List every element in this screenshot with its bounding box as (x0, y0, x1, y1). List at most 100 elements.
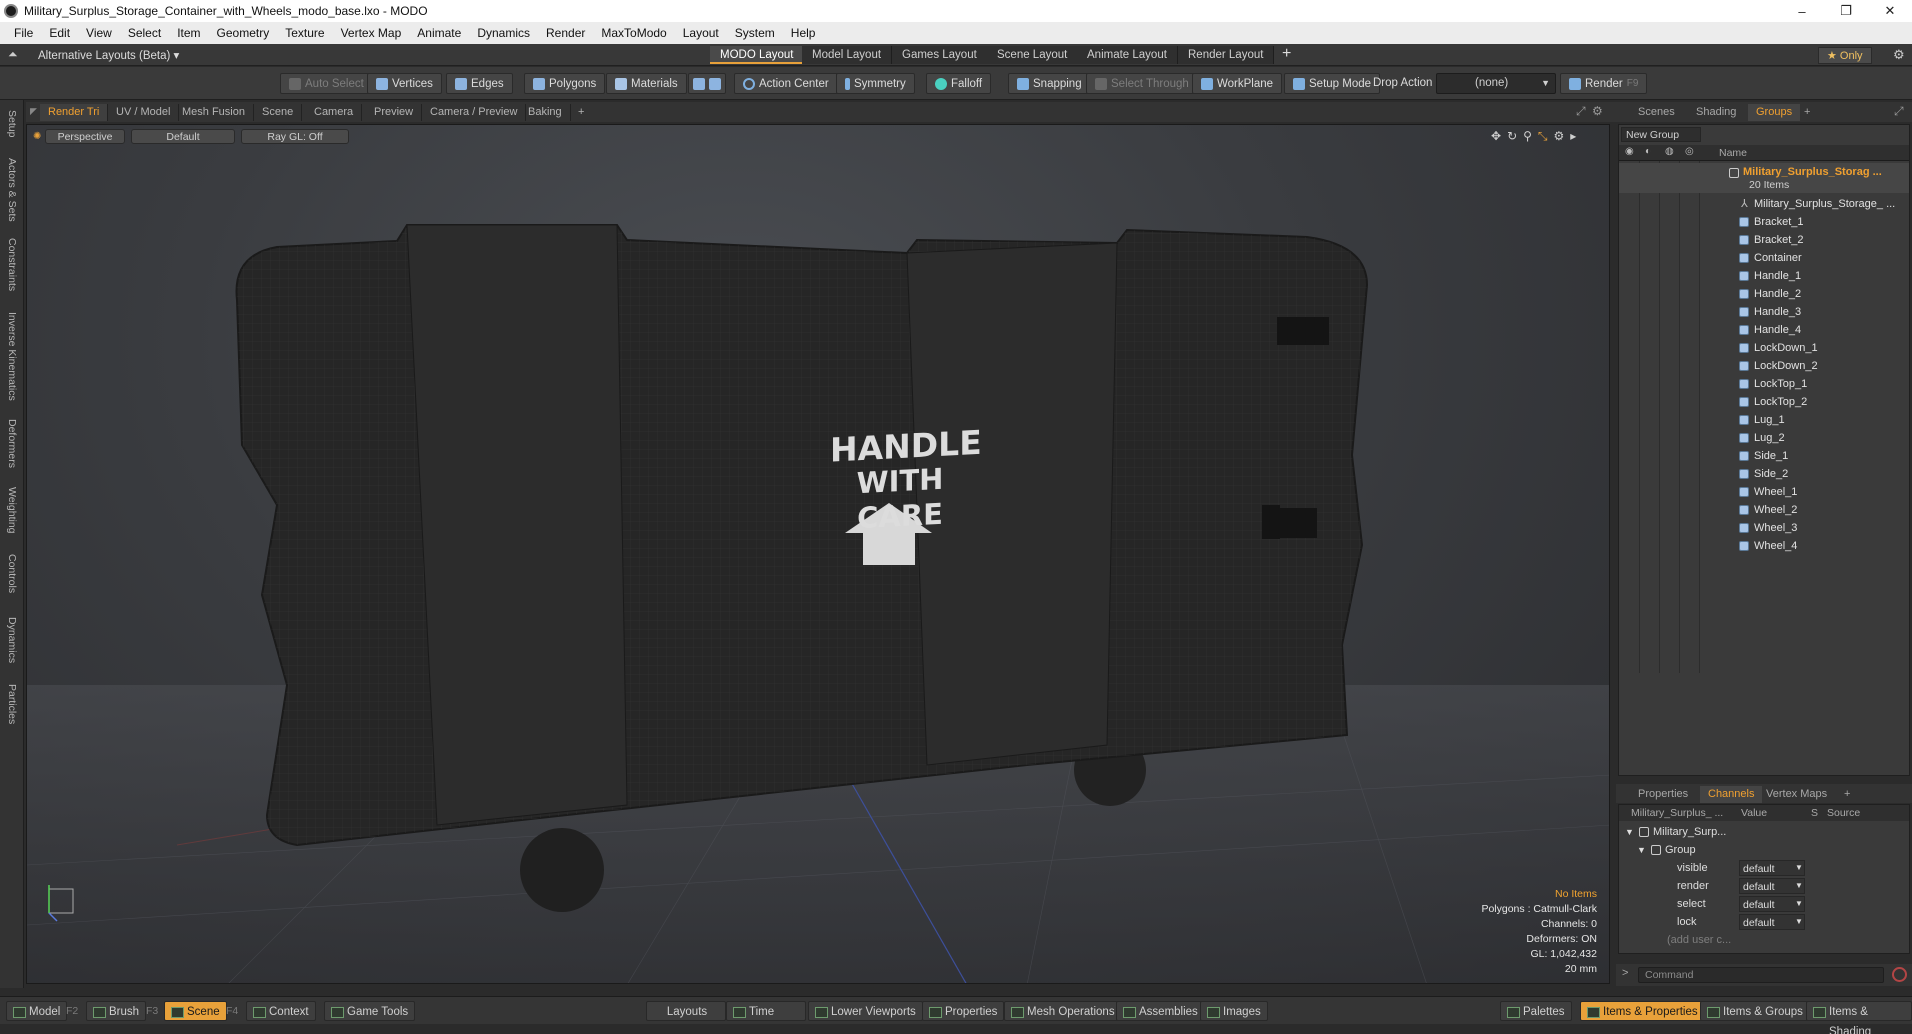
menu-maxtomodo[interactable]: MaxToModo (593, 26, 674, 40)
items-groups-button[interactable]: Items & Groups (1700, 1001, 1810, 1021)
render-toggle-icon[interactable]: ◐ (1645, 146, 1651, 157)
tab-model-layout[interactable]: Model Layout (802, 46, 893, 64)
tab-vertex-maps[interactable]: Vertex Maps (1758, 786, 1835, 803)
menu-render[interactable]: Render (538, 26, 593, 40)
group-root-row[interactable]: Military_Surplus_Storag ... 20 Items (1619, 163, 1909, 193)
rotate-view-icon[interactable]: ↻ (1507, 129, 1517, 144)
viewport-menu-icon[interactable]: ✺ (33, 131, 41, 142)
menu-edit[interactable]: Edit (41, 26, 78, 40)
tab-modo-layout[interactable]: MODO Layout (710, 46, 805, 64)
tab-animate-layout[interactable]: Animate Layout (1077, 46, 1178, 64)
add-layout-button[interactable]: + (1282, 45, 1291, 63)
3d-viewport[interactable]: HANDLE WITH CARE ✺ Perspective Default R… (26, 124, 1610, 984)
list-item[interactable]: Handle_4 (1619, 321, 1909, 339)
menu-file[interactable]: File (6, 26, 41, 40)
list-item[interactable]: LockTop_2 (1619, 393, 1909, 411)
select-toggle-icon[interactable]: ◎ (1685, 146, 1694, 157)
list-item[interactable]: Lug_2 (1619, 429, 1909, 447)
vtab-deformers[interactable]: Deformers (2, 414, 22, 474)
tab-camera-preview[interactable]: Camera / Preview (422, 104, 527, 121)
vtab-inverse-kinematics[interactable]: Inverse Kinematics (2, 306, 22, 406)
tab-scene-layout[interactable]: Scene Layout (987, 46, 1079, 64)
zoom-icon[interactable]: ⚲ (1523, 129, 1532, 144)
channel-name-header[interactable]: Military_Surplus_ ... (1631, 805, 1723, 821)
lock-icon[interactable]: ◍ (1665, 146, 1674, 157)
menu-animate[interactable]: Animate (409, 26, 469, 40)
list-item[interactable]: LockDown_1 (1619, 339, 1909, 357)
chevron-down-icon[interactable]: ▼ (1795, 877, 1803, 895)
channel-row-visible[interactable]: visible default ▼ (1619, 859, 1909, 877)
tab-groups[interactable]: Groups (1748, 104, 1801, 121)
add-panel-tab-button[interactable]: + (1796, 104, 1818, 121)
properties-button[interactable]: Properties (922, 1001, 1005, 1021)
layouts-button[interactable]: Layouts (646, 1001, 726, 1021)
tab-mesh-fusion[interactable]: Mesh Fusion (174, 104, 254, 121)
list-item[interactable]: Wheel_1 (1619, 483, 1909, 501)
vtab-constraints[interactable]: Constraints (2, 234, 22, 296)
menu-view[interactable]: View (78, 26, 120, 40)
vtab-actors-sets[interactable]: Actors & Sets (2, 154, 22, 226)
component-mode-button[interactable] (688, 73, 726, 94)
items-properties-button[interactable]: Items & Properties (1580, 1001, 1705, 1021)
viewport-gear-icon[interactable]: ⚙ (1554, 129, 1565, 144)
menu-vertex-map[interactable]: Vertex Map (333, 26, 410, 40)
channel-group-row[interactable]: ▼ Group (1619, 841, 1909, 859)
tab-scenes[interactable]: Scenes (1630, 104, 1683, 121)
vtab-weighting[interactable]: Weighting (2, 480, 22, 540)
setup-mode-button[interactable]: Setup Mode (1284, 73, 1381, 94)
fit-view-icon[interactable]: ⤡ (1538, 129, 1548, 144)
tab-preview[interactable]: Preview (366, 104, 423, 121)
shading-dropdown[interactable]: Default (131, 129, 235, 144)
perspective-dropdown[interactable]: Perspective (45, 129, 125, 144)
channel-source-header[interactable]: Source (1827, 805, 1860, 821)
palettes-button[interactable]: Palettes (1500, 1001, 1572, 1021)
alternative-layouts-dropdown[interactable]: Alternative Layouts (Beta) ▾ (38, 48, 179, 62)
list-item[interactable]: Bracket_1 (1619, 213, 1909, 231)
close-button[interactable]: ✕ (1868, 0, 1912, 22)
gear-icon[interactable]: ⚙ (1893, 47, 1905, 63)
channel-row-select[interactable]: select default ▼ (1619, 895, 1909, 913)
menu-item[interactable]: Item (169, 26, 208, 40)
tab-uv-model[interactable]: UV / Model (108, 104, 180, 121)
list-item[interactable]: Container (1619, 249, 1909, 267)
collapse-icon[interactable]: ⏶ (8, 47, 18, 62)
expand-panel-icon[interactable]: ⤢ (1894, 104, 1904, 119)
polygons-button[interactable]: Polygons (524, 73, 606, 94)
add-user-channel-row[interactable]: (add user c... (1619, 931, 1909, 949)
game-tools-button[interactable]: Game Tools (324, 1001, 416, 1021)
menu-system[interactable]: System (727, 26, 783, 40)
vtab-dynamics[interactable]: Dynamics (2, 610, 22, 670)
materials-button[interactable]: Materials (606, 73, 687, 94)
brush-button[interactable]: Brush (86, 1001, 147, 1021)
list-item[interactable]: Wheel_2 (1619, 501, 1909, 519)
edges-button[interactable]: Edges (446, 73, 513, 94)
time-button[interactable]: Time (726, 1001, 806, 1021)
maximize-viewport-icon[interactable]: ⤢ (1576, 104, 1586, 119)
list-item[interactable]: Bracket_2 (1619, 231, 1909, 249)
name-column-header[interactable]: Name (1719, 147, 1747, 159)
tab-properties[interactable]: Properties (1630, 786, 1696, 803)
menu-help[interactable]: Help (783, 26, 824, 40)
record-icon[interactable] (1892, 967, 1907, 982)
list-item[interactable]: Handle_2 (1619, 285, 1909, 303)
images-button[interactable]: Images (1200, 1001, 1268, 1021)
command-input[interactable]: Command (1638, 967, 1884, 983)
tab-shading[interactable]: Shading (1688, 104, 1744, 121)
list-item[interactable]: ⅄ Military_Surplus_Storage_ ... (1619, 195, 1909, 213)
menu-texture[interactable]: Texture (277, 26, 332, 40)
list-item[interactable]: LockDown_2 (1619, 357, 1909, 375)
assemblies-button[interactable]: Assemblies (1116, 1001, 1205, 1021)
render-button[interactable]: Render F9 (1560, 73, 1648, 94)
menu-dynamics[interactable]: Dynamics (469, 26, 538, 40)
snapping-button[interactable]: Snapping (1008, 73, 1091, 94)
falloff-button[interactable]: Falloff (926, 73, 992, 94)
tab-render-tri[interactable]: Render Tri (40, 104, 109, 121)
channel-row-lock[interactable]: lock default ▼ (1619, 913, 1909, 931)
list-item[interactable]: Handle_3 (1619, 303, 1909, 321)
auto-select-button[interactable]: Auto Select (280, 73, 373, 94)
chevron-down-icon[interactable]: ▼ (1795, 895, 1803, 913)
tab-games-layout[interactable]: Games Layout (892, 46, 988, 64)
vtab-particles[interactable]: Particles (2, 676, 22, 732)
viewport-expand-icon[interactable]: ▸ (1570, 129, 1576, 144)
expand-arrow-icon[interactable]: ▼ (1625, 823, 1634, 841)
